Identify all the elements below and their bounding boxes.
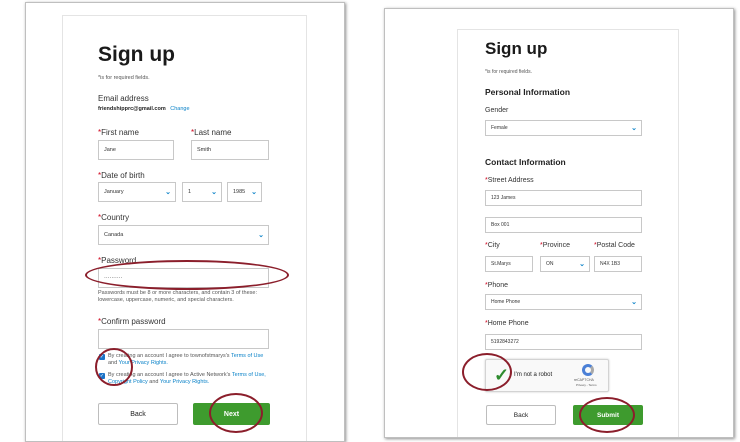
email-label: Email address (98, 94, 149, 103)
home-phone-input[interactable]: 5192843272 (485, 334, 642, 350)
street-label: *Street Address (485, 177, 534, 184)
recaptcha-brand: reCAPTCHA (574, 378, 594, 382)
first-name-label: *First name (98, 128, 139, 137)
postal-code-label: *Postal Code (594, 242, 635, 249)
left-signup-screenshot: Sign up *is for required fields. Email a… (25, 2, 345, 442)
confirm-password-input[interactable] (98, 329, 269, 349)
terms-of-use-link-1[interactable]: Terms of Use (231, 353, 263, 359)
first-name-input[interactable]: Jane (98, 140, 174, 160)
chevron-down-icon: ⌄ (258, 232, 264, 239)
change-email-link[interactable]: Change (170, 106, 189, 112)
recaptcha-links[interactable]: Privacy - Terms (576, 383, 597, 387)
page-title: Sign up (98, 43, 175, 66)
city-label: *City (485, 242, 500, 249)
chevron-down-icon: ⌄ (631, 299, 637, 306)
gender-select[interactable]: Female ⌄ (485, 120, 642, 136)
dob-month-select[interactable]: January ⌄ (98, 182, 176, 202)
password-annotation-circle (85, 260, 289, 290)
personal-info-heading: Personal Information (485, 87, 571, 97)
chevron-down-icon: ⌄ (631, 125, 637, 132)
phone-type-select[interactable]: Home Phone ⌄ (485, 294, 642, 310)
dob-day-select[interactable]: 1 ⌄ (182, 182, 222, 202)
province-label: *Province (540, 242, 570, 249)
recaptcha-label: I'm not a robot (514, 372, 553, 378)
country-select[interactable]: Canada ⌄ (98, 225, 269, 245)
required-note: *is for required fields. (485, 69, 532, 75)
chevron-down-icon: ⌄ (165, 189, 171, 196)
chevron-down-icon: ⌄ (579, 261, 585, 268)
last-name-input[interactable]: Smith (191, 140, 269, 160)
back-button[interactable]: Back (98, 403, 178, 425)
dob-year-select[interactable]: 1985 ⌄ (227, 182, 262, 202)
chevron-down-icon: ⌄ (251, 189, 257, 196)
dob-label: *Date of birth (98, 171, 145, 180)
submit-annotation-circle (579, 397, 635, 433)
page-title: Sign up (485, 39, 548, 58)
province-select[interactable]: ON ⌄ (540, 256, 590, 272)
required-note: *is for required fields. (98, 75, 150, 81)
privacy-rights-link-2[interactable]: Your Privacy Rights. (160, 379, 209, 385)
gender-label: Gender (485, 107, 509, 114)
contact-info-heading: Contact Information (485, 157, 566, 167)
street-line2-input[interactable]: Box 001 (485, 217, 642, 233)
captcha-annotation-circle (462, 353, 512, 391)
city-input[interactable]: St.Marys (485, 256, 533, 272)
home-phone-label: *Home Phone (485, 320, 529, 327)
right-signup-screenshot: Sign up *is for required fields. Persona… (384, 8, 734, 438)
confirm-password-label: *Confirm password (98, 317, 166, 326)
email-row: friendshipprc@gmail.com Change (98, 106, 190, 112)
next-annotation-circle (209, 393, 263, 433)
back-button[interactable]: Back (486, 405, 556, 425)
phone-label: *Phone (485, 282, 508, 289)
country-label: *Country (98, 213, 130, 222)
street-line1-input[interactable]: 123 James (485, 190, 642, 206)
recaptcha-logo-icon (582, 364, 594, 376)
postal-code-input[interactable]: N4X 1B3 (594, 256, 642, 272)
password-help: Passwords must be 8 or more characters, … (98, 290, 257, 303)
email-value: friendshipprc@gmail.com (98, 106, 166, 112)
terms-consent-2: By creating an account I agree to Active… (108, 372, 266, 385)
checkbox-annotation-circle (95, 348, 133, 386)
chevron-down-icon: ⌄ (211, 189, 217, 196)
last-name-label: *Last name (191, 128, 232, 137)
